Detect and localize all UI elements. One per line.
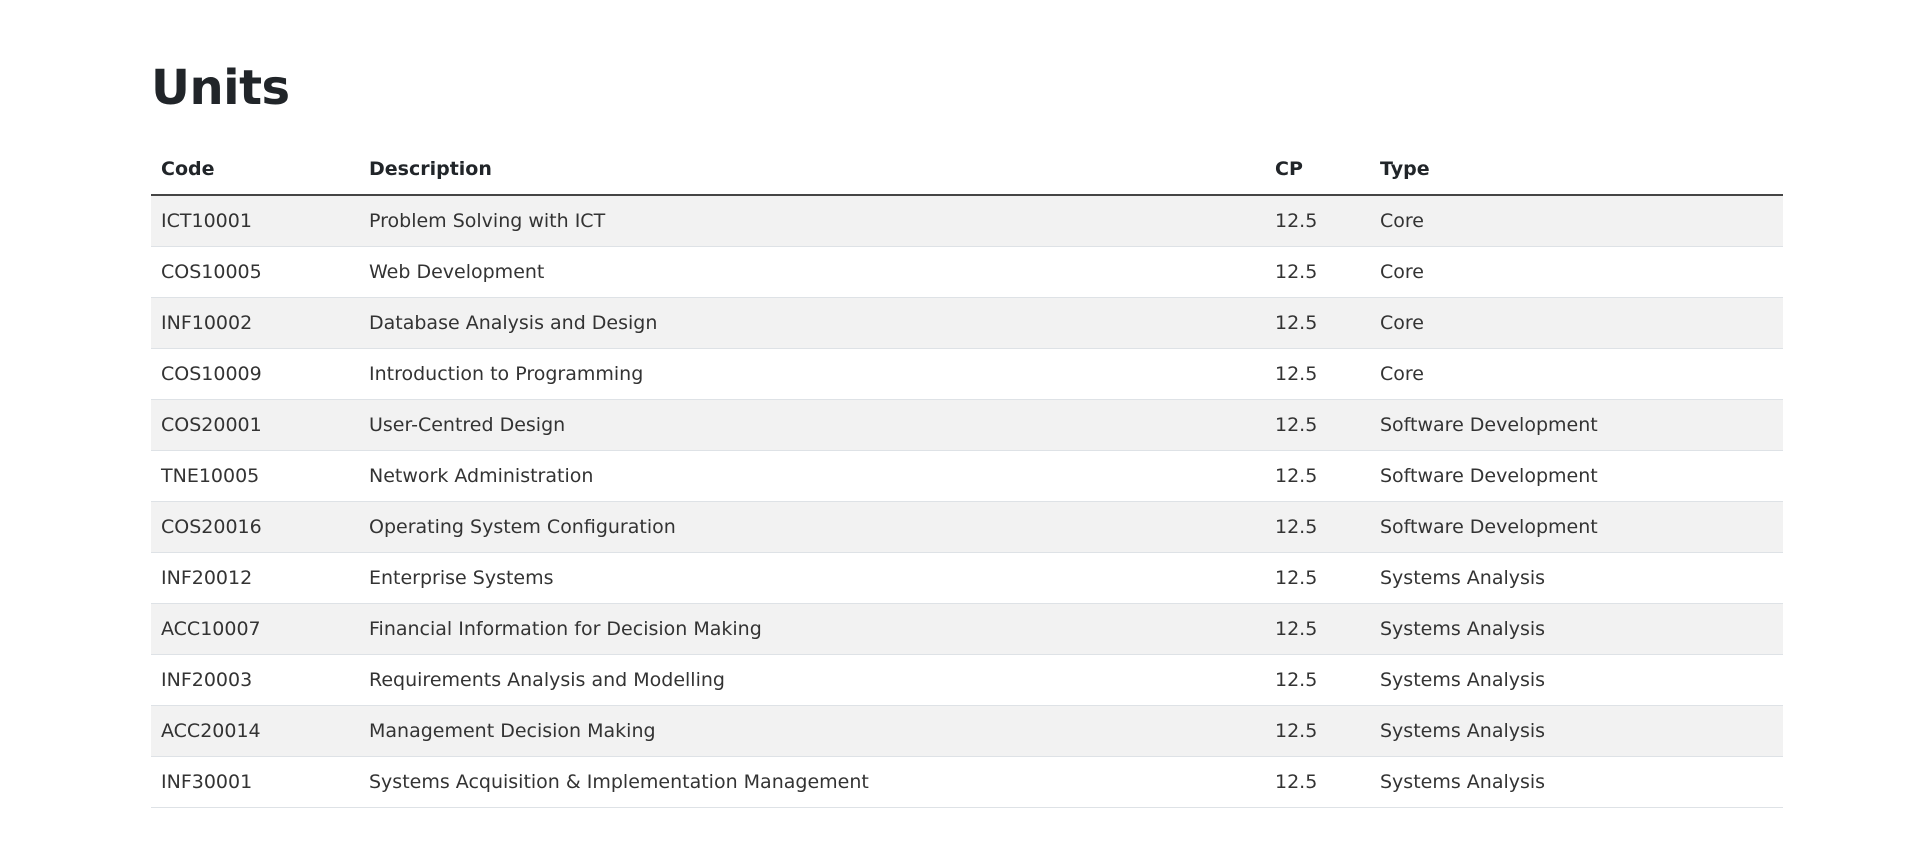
cell-type: Software Development bbox=[1370, 501, 1783, 553]
page-title: Units bbox=[151, 60, 290, 116]
cell-cp: 12.5 bbox=[1265, 603, 1370, 655]
cell-type: Software Development bbox=[1370, 450, 1783, 502]
table-row: TNE10005 Network Administration 12.5 Sof… bbox=[151, 450, 1783, 502]
cell-cp: 12.5 bbox=[1265, 450, 1370, 502]
cell-cp: 12.5 bbox=[1265, 348, 1370, 400]
cell-code: INF30001 bbox=[151, 756, 359, 808]
table-body: ICT10001 Problem Solving with ICT 12.5 C… bbox=[151, 195, 1783, 808]
column-header-cp: CP bbox=[1265, 144, 1370, 196]
cell-description: User-Centred Design bbox=[359, 399, 1265, 451]
units-table: Code Description CP Type ICT10001 Proble… bbox=[151, 144, 1783, 808]
cell-code: COS10005 bbox=[151, 246, 359, 298]
cell-cp: 12.5 bbox=[1265, 756, 1370, 808]
table-row: COS20016 Operating System Configuration … bbox=[151, 501, 1783, 553]
cell-type: Core bbox=[1370, 348, 1783, 400]
cell-description: Financial Information for Decision Makin… bbox=[359, 603, 1265, 655]
cell-cp: 12.5 bbox=[1265, 399, 1370, 451]
column-header-description: Description bbox=[359, 144, 1265, 196]
cell-description: Database Analysis and Design bbox=[359, 297, 1265, 349]
cell-code: INF20012 bbox=[151, 552, 359, 604]
cell-code: ACC10007 bbox=[151, 603, 359, 655]
cell-description: Network Administration bbox=[359, 450, 1265, 502]
table-row: INF20012 Enterprise Systems 12.5 Systems… bbox=[151, 552, 1783, 604]
cell-code: COS10009 bbox=[151, 348, 359, 400]
table-row: ICT10001 Problem Solving with ICT 12.5 C… bbox=[151, 195, 1783, 247]
cell-code: ACC20014 bbox=[151, 705, 359, 757]
cell-type: Systems Analysis bbox=[1370, 756, 1783, 808]
cell-description: Enterprise Systems bbox=[359, 552, 1265, 604]
cell-code: COS20016 bbox=[151, 501, 359, 553]
cell-type: Core bbox=[1370, 297, 1783, 349]
page: Units Code Description CP Type ICT10001 … bbox=[0, 0, 1918, 862]
cell-cp: 12.5 bbox=[1265, 246, 1370, 298]
cell-cp: 12.5 bbox=[1265, 297, 1370, 349]
table-row: INF30001 Systems Acquisition & Implement… bbox=[151, 756, 1783, 808]
cell-cp: 12.5 bbox=[1265, 705, 1370, 757]
cell-cp: 12.5 bbox=[1265, 195, 1370, 247]
column-header-code: Code bbox=[151, 144, 359, 196]
cell-description: Requirements Analysis and Modelling bbox=[359, 654, 1265, 706]
cell-cp: 12.5 bbox=[1265, 654, 1370, 706]
cell-type: Systems Analysis bbox=[1370, 705, 1783, 757]
cell-code: COS20001 bbox=[151, 399, 359, 451]
cell-code: INF20003 bbox=[151, 654, 359, 706]
table-row: INF20003 Requirements Analysis and Model… bbox=[151, 654, 1783, 706]
cell-type: Software Development bbox=[1370, 399, 1783, 451]
cell-type: Systems Analysis bbox=[1370, 552, 1783, 604]
content-container: Units Code Description CP Type ICT10001 … bbox=[151, 58, 1783, 808]
cell-description: Operating System Configuration bbox=[359, 501, 1265, 553]
table-row: COS10005 Web Development 12.5 Core bbox=[151, 246, 1783, 298]
cell-description: Introduction to Programming bbox=[359, 348, 1265, 400]
cell-code: ICT10001 bbox=[151, 195, 359, 247]
cell-description: Problem Solving with ICT bbox=[359, 195, 1265, 247]
cell-description: Web Development bbox=[359, 246, 1265, 298]
cell-cp: 12.5 bbox=[1265, 552, 1370, 604]
cell-type: Core bbox=[1370, 195, 1783, 247]
cell-description: Management Decision Making bbox=[359, 705, 1265, 757]
cell-type: Systems Analysis bbox=[1370, 654, 1783, 706]
table-row: COS20001 User-Centred Design 12.5 Softwa… bbox=[151, 399, 1783, 451]
cell-type: Core bbox=[1370, 246, 1783, 298]
cell-code: TNE10005 bbox=[151, 450, 359, 502]
table-row: INF10002 Database Analysis and Design 12… bbox=[151, 297, 1783, 349]
table-header: Code Description CP Type bbox=[151, 144, 1783, 196]
table-row: ACC10007 Financial Information for Decis… bbox=[151, 603, 1783, 655]
cell-type: Systems Analysis bbox=[1370, 603, 1783, 655]
column-header-type: Type bbox=[1370, 144, 1783, 196]
cell-code: INF10002 bbox=[151, 297, 359, 349]
table-row: ACC20014 Management Decision Making 12.5… bbox=[151, 705, 1783, 757]
cell-description: Systems Acquisition & Implementation Man… bbox=[359, 756, 1265, 808]
table-row: COS10009 Introduction to Programming 12.… bbox=[151, 348, 1783, 400]
header-row: Code Description CP Type bbox=[151, 144, 1783, 196]
cell-cp: 12.5 bbox=[1265, 501, 1370, 553]
